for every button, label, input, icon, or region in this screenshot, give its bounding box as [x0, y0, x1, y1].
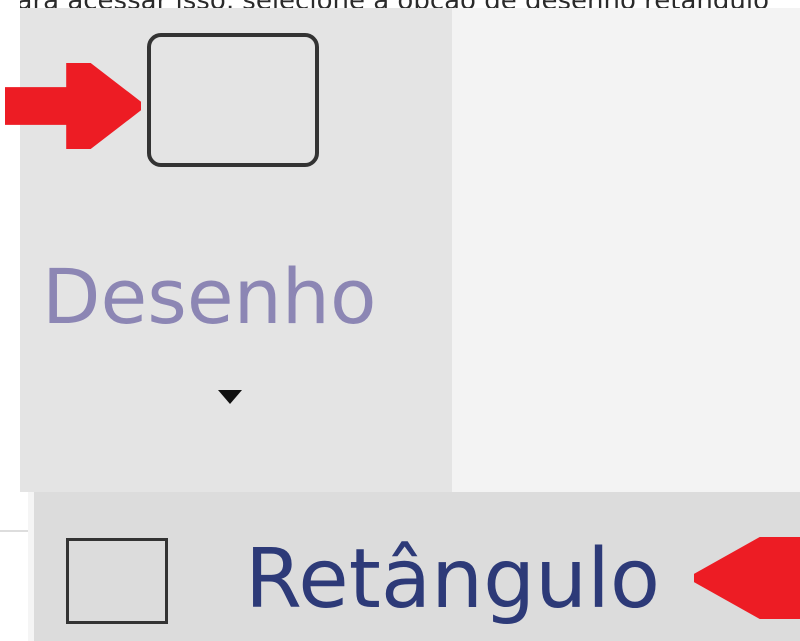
- caret-down-icon[interactable]: [218, 390, 242, 404]
- rounded-rectangle-icon[interactable]: [147, 33, 319, 167]
- ribbon-group-label[interactable]: Desenho: [42, 252, 422, 342]
- divider: [0, 530, 28, 532]
- dropdown-menu-edge: [28, 492, 34, 641]
- ribbon-background: [452, 8, 800, 492]
- menu-item-retangulo[interactable]: Retângulo: [245, 530, 665, 630]
- rectangle-icon[interactable]: [66, 538, 168, 624]
